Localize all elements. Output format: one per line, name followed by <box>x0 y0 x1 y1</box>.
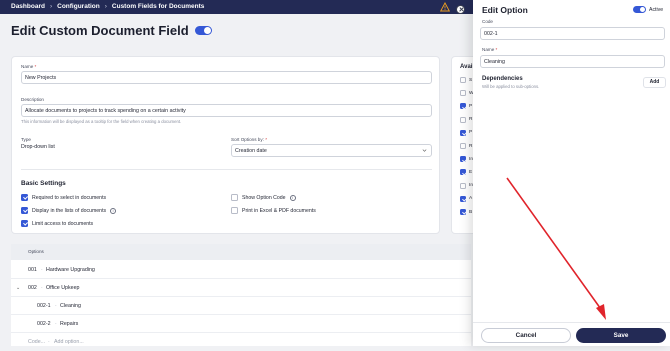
sort-options-select[interactable]: Creation date <box>231 144 432 157</box>
option-row-selected[interactable]: 002-1 · Cleaning <box>11 297 471 315</box>
chevron-down-icon <box>422 149 427 152</box>
chevron-right-icon: › <box>49 3 53 10</box>
field-active-toggle[interactable] <box>194 26 212 35</box>
available-field-checkbox[interactable] <box>460 195 466 202</box>
option-row[interactable]: ⌄ 002 · Office Upkeep <box>11 279 471 297</box>
name-field[interactable]: New Projects <box>21 71 432 84</box>
option-name-field[interactable]: Cleaning <box>480 55 665 68</box>
available-field-checkbox[interactable] <box>460 116 466 123</box>
setting-print-excel-pdf[interactable]: Print in Excel & PDF documents <box>231 207 316 214</box>
checkbox[interactable] <box>21 207 28 214</box>
option-separator: · <box>41 267 43 273</box>
add-option-row[interactable]: Code... · Add option... <box>11 333 471 351</box>
breadcrumb-configuration[interactable]: Configuration <box>57 3 100 10</box>
option-code: 002-2 <box>37 321 51 327</box>
dependencies-subtitle: Will be applied to sub-options. <box>482 84 540 89</box>
cancel-button[interactable]: Cancel <box>481 328 571 343</box>
option-row[interactable]: 001 · Hardware Upgrading <box>11 261 471 279</box>
available-field-checkbox[interactable] <box>460 103 466 110</box>
page-header: Edit Custom Document Field <box>11 23 212 38</box>
type-value: Drop-down list <box>21 144 55 150</box>
warning-icon[interactable] <box>440 2 450 12</box>
checkbox[interactable] <box>231 207 238 214</box>
field-settings-card: Name * New Projects Description Allocate… <box>11 56 440 234</box>
checkbox[interactable] <box>21 220 28 227</box>
option-name: Office Upkeep <box>46 285 80 291</box>
available-panel-title: Avail <box>460 64 475 70</box>
option-row[interactable]: 002-2 · Repairs <box>11 315 471 333</box>
description-hint: This information will be displayed as a … <box>21 119 182 124</box>
setting-show-option-code[interactable]: Show Option Code i <box>231 194 296 201</box>
available-field-label: P <box>469 130 473 136</box>
breadcrumb-dashboard[interactable]: Dashboard <box>11 3 45 10</box>
checkbox[interactable] <box>231 194 238 201</box>
code-field[interactable]: 002-1 <box>480 27 665 40</box>
options-table: Options 001 · Hardware Upgrading ⌄ 002 ·… <box>11 244 471 346</box>
info-icon[interactable]: i <box>289 194 296 201</box>
edit-option-drawer: Edit Option Active Code 002-1 Name * Cle… <box>456 0 670 346</box>
code-label: Code <box>482 19 493 24</box>
close-icon[interactable] <box>456 5 465 14</box>
description-label: Description <box>21 97 44 102</box>
available-field-checkbox[interactable] <box>460 169 466 176</box>
available-field-label: P <box>469 103 473 109</box>
options-table-header: Options <box>11 244 471 260</box>
chevron-right-icon: › <box>104 3 107 10</box>
drawer-footer-divider <box>473 322 670 323</box>
available-field-label: R <box>469 143 473 149</box>
option-separator: · <box>55 303 57 309</box>
checkbox[interactable] <box>21 194 28 201</box>
active-toggle-group[interactable]: Active <box>633 6 663 13</box>
save-button[interactable]: Save <box>576 328 666 343</box>
available-field-checkbox[interactable] <box>460 182 466 189</box>
option-name-label: Name * <box>482 47 498 52</box>
active-toggle[interactable] <box>633 6 646 13</box>
chevron-down-icon[interactable]: ⌄ <box>16 285 20 291</box>
description-field[interactable]: Allocate documents to projects to track … <box>21 104 432 117</box>
option-name: Repairs <box>60 321 79 327</box>
type-label: Type <box>21 137 31 142</box>
available-field-checkbox[interactable] <box>460 209 466 215</box>
dependencies-title: Dependencies <box>482 76 523 82</box>
option-name: Cleaning <box>60 303 81 309</box>
available-field-label: R <box>469 117 473 123</box>
sort-options-value: Creation date <box>235 148 267 154</box>
available-field-checkbox[interactable] <box>460 143 466 149</box>
option-code: 002-1 <box>37 303 51 309</box>
available-field-label: S <box>469 77 473 83</box>
info-icon[interactable]: i <box>110 207 117 214</box>
name-label: Name * <box>21 64 37 69</box>
setting-display-in-lists[interactable]: Display in the lists of documents i <box>21 207 117 214</box>
code-input[interactable]: Code... <box>28 339 45 345</box>
drawer-title: Edit Option <box>482 5 528 15</box>
option-separator: · <box>48 339 50 345</box>
sort-options-label: Sort Options by: * <box>231 137 268 142</box>
active-label: Active <box>649 6 664 13</box>
option-code: 001 <box>28 267 37 273</box>
available-field-checkbox[interactable] <box>460 77 466 83</box>
option-code: 002 <box>28 285 37 291</box>
option-name: Hardware Upgrading <box>46 267 95 273</box>
available-field-label: A <box>469 196 473 202</box>
breadcrumb-custom-fields[interactable]: Custom Fields for Documents <box>112 3 204 10</box>
available-field-checkbox[interactable] <box>460 156 466 163</box>
basic-settings-title: Basic Settings <box>21 180 66 187</box>
available-field-label: E <box>469 169 473 175</box>
add-dependency-button[interactable]: Add <box>643 77 666 88</box>
breadcrumb: Dashboard › Configuration › Custom Field… <box>11 3 204 10</box>
setting-limit-access[interactable]: Limit access to documents <box>21 220 93 227</box>
page-title: Edit Custom Document Field <box>11 23 189 38</box>
available-field-label: B <box>469 209 473 215</box>
option-separator: · <box>41 285 43 291</box>
setting-required-in-documents[interactable]: Required to select in documents <box>21 194 106 201</box>
add-option-input[interactable]: Add option... <box>54 339 84 345</box>
available-field-checkbox[interactable] <box>460 129 466 136</box>
available-field-checkbox[interactable] <box>460 90 466 97</box>
option-separator: · <box>55 321 57 327</box>
section-divider <box>21 169 432 170</box>
